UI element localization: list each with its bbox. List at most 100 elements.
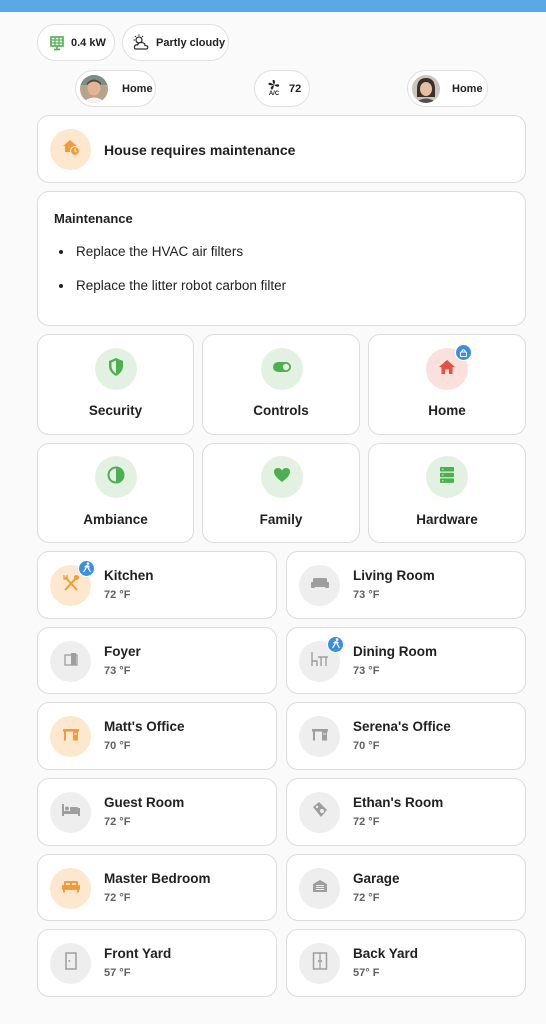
room-icon-circle [299, 868, 340, 909]
room-card-matts-office[interactable]: Matt's Office 70 °F [37, 702, 277, 770]
room-temperature: 57 °F [104, 967, 131, 979]
room-name: Matt's Office [104, 719, 185, 734]
room-temperature: 73 °F [353, 589, 380, 601]
door-closed-icon [64, 952, 78, 975]
nav-icon-circle [261, 456, 303, 498]
sofa-icon [310, 576, 330, 595]
nav-tile-label: Controls [253, 403, 309, 418]
toy-icon [311, 801, 329, 824]
room-card-ethans-room[interactable]: Ethan's Room 72 °F [286, 778, 526, 846]
room-temperature: 72 °F [104, 816, 131, 828]
garage-icon [312, 879, 328, 898]
avatar [412, 74, 440, 103]
nav-tile-home[interactable]: Home [368, 334, 526, 435]
motion-badge [327, 636, 344, 653]
nav-icon-circle [261, 348, 303, 390]
room-card-front-yard[interactable]: Front Yard 57 °F [37, 929, 277, 997]
room-name: Serena's Office [353, 719, 451, 734]
lock-badge [455, 344, 472, 361]
room-icon-circle [50, 943, 91, 984]
nav-tile-label: Ambiance [83, 512, 148, 527]
power-chip[interactable]: 0.4 kW [37, 24, 115, 61]
room-name: Kitchen [104, 568, 154, 583]
walking-person-icon [331, 636, 341, 654]
solar-panel-icon [49, 35, 65, 51]
nav-tile-label: Security [88, 403, 143, 418]
room-temperature: 72 °F [353, 816, 380, 828]
list-item: Replace the litter robot carbon filter [74, 278, 286, 312]
house-clock-icon [61, 137, 81, 162]
nav-icon-circle [95, 348, 137, 390]
room-temperature: 70 °F [104, 740, 131, 752]
nav-icon-circle [426, 456, 468, 498]
room-name: Foyer [104, 644, 141, 659]
room-name: Living Room [353, 568, 435, 583]
room-icon-circle [50, 792, 91, 833]
room-name: Dining Room [353, 644, 437, 659]
room-icon-circle [50, 868, 91, 909]
room-card-back-yard[interactable]: Back Yard 57° F [286, 929, 526, 997]
power-value: 0.4 kW [71, 36, 106, 49]
top-status-bar [0, 0, 546, 12]
alert-title: House requires maintenance [104, 142, 296, 158]
room-icon-circle [299, 565, 340, 606]
person-chip-left[interactable]: Home [75, 70, 156, 107]
nav-tile-label: Home [428, 403, 466, 418]
utensils-icon [62, 574, 80, 597]
room-icon-circle [299, 716, 340, 757]
room-temperature: 73 °F [104, 665, 131, 677]
person-state-label: Home [122, 82, 153, 95]
room-temperature: 70 °F [353, 740, 380, 752]
ac-icon-text: A/C [268, 91, 280, 97]
room-temperature: 57° F [353, 967, 380, 979]
desk-icon [62, 727, 80, 746]
room-card-serenas-office[interactable]: Serena's Office 70 °F [286, 702, 526, 770]
nav-tile-security[interactable]: Security [37, 334, 194, 435]
room-name: Garage [353, 871, 400, 886]
walking-person-icon [82, 560, 92, 578]
person-chip-right[interactable]: Home [407, 70, 488, 107]
maintenance-title: Maintenance [54, 211, 133, 226]
ac-setpoint: 72 [289, 82, 302, 95]
french-door-icon [312, 952, 328, 975]
room-name: Ethan's Room [353, 795, 444, 810]
nav-tile-hardware[interactable]: Hardware [368, 443, 526, 543]
room-card-dining-room[interactable]: Dining Room 73 °F [286, 627, 526, 694]
bed-icon [61, 803, 81, 822]
room-icon-circle [50, 716, 91, 757]
nav-tile-label: Family [259, 512, 303, 527]
maintenance-card: Maintenance Replace the HVAC air filters… [37, 191, 526, 326]
motion-badge [78, 560, 95, 577]
room-card-master-bedroom[interactable]: Master Bedroom 72 °F [37, 854, 277, 921]
nav-tile-controls[interactable]: Controls [202, 334, 360, 435]
room-card-kitchen[interactable]: Kitchen 72 °F [37, 551, 277, 619]
nav-tile-ambiance[interactable]: Ambiance [37, 443, 194, 543]
weather-condition: Partly cloudy [156, 36, 226, 49]
desk-icon [311, 727, 329, 746]
ac-chip[interactable]: A/C 72 [254, 70, 310, 107]
person-state-label: Home [452, 82, 483, 95]
ac-fan-icon: A/C [265, 78, 283, 100]
alert-icon-circle [50, 129, 91, 170]
avatar [80, 74, 108, 103]
room-card-garage[interactable]: Garage 72 °F [286, 854, 526, 921]
maintenance-list: Replace the HVAC air filters Replace the… [74, 244, 286, 312]
room-icon-circle [50, 641, 91, 682]
room-temperature: 73 °F [353, 665, 380, 677]
heart-icon [273, 467, 291, 488]
room-card-guest-room[interactable]: Guest Room 72 °F [37, 778, 277, 846]
lock-icon [459, 344, 468, 362]
room-temperature: 72 °F [104, 892, 131, 904]
maintenance-alert-card[interactable]: House requires maintenance [37, 115, 526, 183]
nav-tile-family[interactable]: Family [202, 443, 360, 543]
room-card-foyer[interactable]: Foyer 73 °F [37, 627, 277, 694]
room-card-living-room[interactable]: Living Room 73 °F [286, 551, 526, 619]
weather-chip[interactable]: Partly cloudy [122, 24, 229, 61]
room-temperature: 72 °F [104, 589, 131, 601]
contrast-icon [107, 466, 125, 489]
room-icon-circle [299, 943, 340, 984]
server-icon [439, 466, 455, 489]
partly-cloudy-icon [132, 34, 150, 52]
nav-tile-label: Hardware [416, 512, 478, 527]
toggle-icon [272, 360, 292, 378]
